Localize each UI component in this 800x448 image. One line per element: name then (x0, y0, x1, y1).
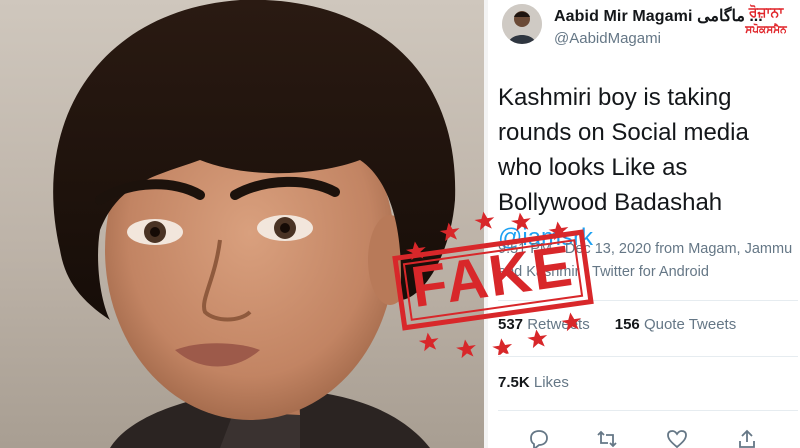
star-icon (418, 332, 439, 352)
avatar[interactable] (502, 4, 542, 44)
share-icon[interactable] (736, 428, 758, 448)
star-icon (527, 329, 548, 349)
fake-stamp: FAKE (386, 192, 601, 368)
display-name-text: Aabid Mir Magami (554, 8, 693, 25)
logo-line-1: ਰੋਜ਼ਾਨਾ (748, 5, 784, 21)
likes-label: Likes (529, 374, 569, 391)
star-icon (474, 211, 495, 231)
divider-line (498, 356, 798, 357)
display-name[interactable]: Aabid Mir Magami ماگامی ... (554, 6, 763, 26)
star-icon (456, 339, 476, 359)
avatar-image (502, 4, 542, 44)
logo-line-2: ਸਪੋਕਸਮੈਨ (745, 24, 787, 36)
star-icon (510, 212, 531, 232)
quote-label: Quote Tweets (639, 316, 737, 333)
like-icon[interactable] (666, 428, 688, 448)
divider-line (498, 410, 798, 411)
action-bar (488, 424, 800, 448)
likes-count: 7.5K (498, 374, 530, 391)
reply-icon[interactable] (528, 428, 550, 448)
user-handle[interactable]: @AabidMagami (554, 30, 661, 47)
quote-tweets-stat[interactable]: 156 Quote Tweets (615, 316, 736, 333)
likes-stat[interactable]: 7.5K Likes (498, 374, 569, 391)
retweet-icon[interactable] (596, 428, 618, 448)
star-icon (561, 312, 582, 332)
publisher-logo: ਰੋਜ਼ਾਨਾ ਸਪੋਕਸਮੈਨ (734, 4, 798, 46)
tweet-body: Kashmiri boy is taking rounds on Social … (498, 84, 749, 216)
quote-count: 156 (614, 316, 640, 333)
star-icon (439, 222, 460, 242)
